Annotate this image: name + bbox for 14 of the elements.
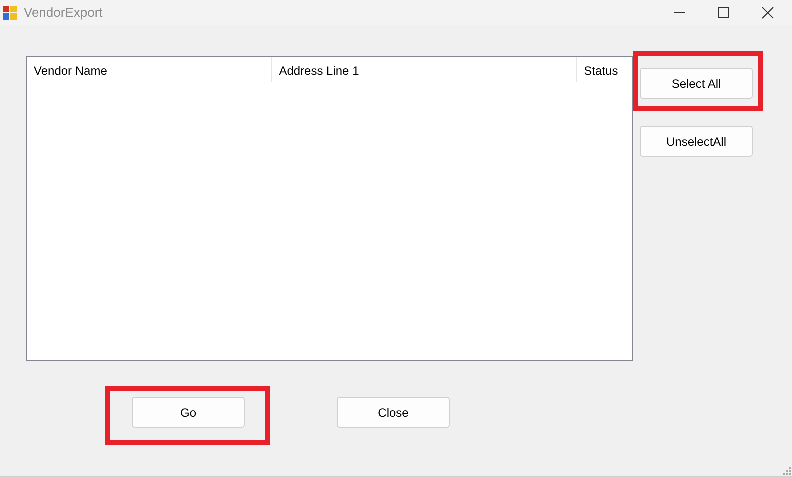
maximize-icon[interactable] (718, 7, 729, 18)
column-header[interactable]: Status (577, 57, 632, 82)
app-icon (3, 6, 17, 20)
button[interactable]: Close (337, 397, 450, 428)
close-icon[interactable] (762, 6, 774, 18)
resize-grip-icon[interactable] (783, 467, 791, 475)
list-view[interactable]: Vendor Name Address Line 1 Status (26, 56, 633, 361)
column-header[interactable]: Address Line 1 (272, 57, 578, 82)
button[interactable]: UnselectAll (640, 126, 753, 157)
window-title: VendorExport (24, 5, 103, 20)
minimize-icon[interactable] (674, 12, 685, 14)
button[interactable]: Select All (640, 68, 753, 99)
button[interactable]: Go (132, 397, 245, 428)
column-header[interactable]: Vendor Name (27, 57, 272, 82)
